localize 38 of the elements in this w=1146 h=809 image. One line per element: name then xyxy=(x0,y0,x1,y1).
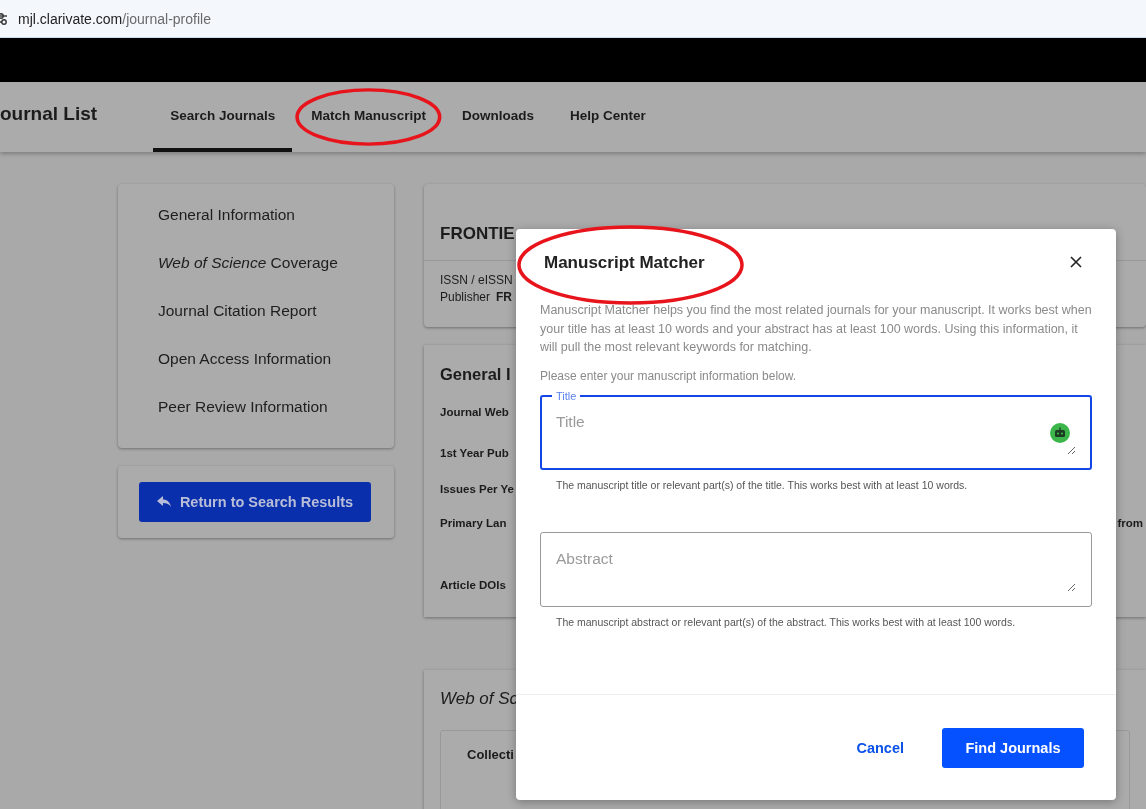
sidebar-link[interactable]: General Information xyxy=(158,204,394,226)
field-hint: The manuscript title or relevant part(s) of the title. This works best with at least 10 words. xyxy=(556,478,969,491)
section-heading: General I xyxy=(440,364,511,385)
address-bar[interactable]: mjl.clarivate.com/journal-profile xyxy=(0,0,1146,38)
issn-label: ISSN / eISSN xyxy=(440,273,513,287)
journal-title: FRONTIE xyxy=(440,224,515,244)
site-title: ournal List xyxy=(0,103,98,125)
field-label: Journal Web xyxy=(440,405,509,420)
field-label: Primary Lan xyxy=(440,516,507,531)
sidebar-link[interactable]: Web of Science Coverage xyxy=(158,252,394,274)
field-label: 1st Year Pub xyxy=(440,446,509,461)
nav-tab[interactable]: Match Manuscript xyxy=(294,82,443,152)
text-area-field[interactable]: Abstract xyxy=(540,531,1092,607)
nav-tab[interactable]: Help Center xyxy=(552,82,663,152)
nav-tab[interactable]: Downloads xyxy=(444,82,551,152)
instruction-text: Please enter your manuscript information below. xyxy=(540,368,798,383)
url-text: mjl.clarivate.com/journal-profile xyxy=(18,10,211,27)
cancel-button[interactable]: Cancel xyxy=(856,739,904,756)
publisher-value: FR xyxy=(496,290,513,304)
dialog-description: Manuscript Matcher helps you find the most related journals for your manuscript. It works best when your title has at least 10 words and your abstract has at least 100 words. Using this information, it will pull the most relevant keywords for matching. xyxy=(540,302,1092,356)
field-hint: The manuscript abstract or relevant part(s) of the abstract. This works best with at least 100 words. xyxy=(556,615,1017,628)
return-button[interactable]: Return to Search Results xyxy=(139,482,371,522)
sidebar-link[interactable]: Open Access Information xyxy=(158,348,394,370)
reply-arrow-icon xyxy=(156,496,172,508)
field-value: from xyxy=(1117,516,1143,531)
dialog-title: Manuscript Matcher xyxy=(544,252,705,273)
field-label: Issues Per Ye xyxy=(440,482,514,497)
column-header: Collecti xyxy=(467,747,514,762)
sidebar-link[interactable]: Peer Review Information xyxy=(158,396,394,418)
field-label: Article DOIs xyxy=(440,578,506,593)
nav-tab[interactable]: Search Journals xyxy=(153,82,293,152)
close-icon[interactable] xyxy=(1070,256,1082,268)
site-settings-icon[interactable] xyxy=(0,11,7,26)
publisher-label: Publisher xyxy=(440,290,491,304)
section-heading: Web of Sc xyxy=(440,688,519,710)
robot-icon[interactable] xyxy=(1050,422,1070,443)
find-journals-button[interactable]: Find Journals xyxy=(942,727,1084,768)
sidebar-link[interactable]: Journal Citation Report xyxy=(158,300,394,322)
